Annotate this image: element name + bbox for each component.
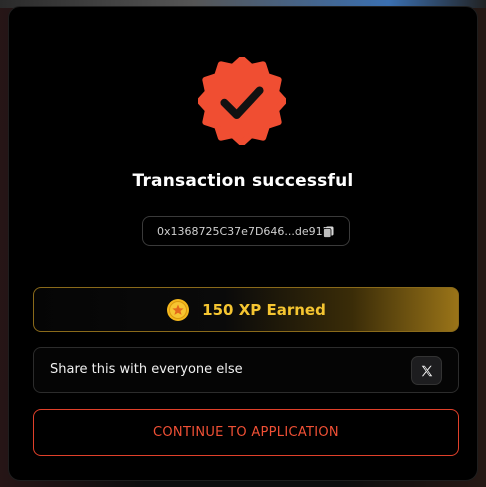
xp-earned-label: 150 XP Earned [202, 300, 326, 319]
modal-title: Transaction successful [132, 171, 354, 191]
share-row: Share this with everyone else [33, 347, 459, 393]
xp-earned-banner: 150 XP Earned [33, 287, 459, 332]
continue-to-application-button[interactable]: CONTINUE TO APPLICATION [33, 409, 459, 456]
verified-check-badge-icon [198, 57, 286, 145]
copy-icon[interactable] [323, 226, 334, 238]
star-coin-icon [167, 298, 190, 321]
transaction-hash-text: 0x1368725C37e7D646...de91D [157, 224, 332, 238]
share-on-x-button[interactable] [411, 356, 442, 385]
transaction-hash-field: 0x1368725C37e7D646...de91D [142, 216, 350, 246]
x-logo-icon [421, 365, 432, 376]
share-label: Share this with everyone else [50, 362, 243, 377]
